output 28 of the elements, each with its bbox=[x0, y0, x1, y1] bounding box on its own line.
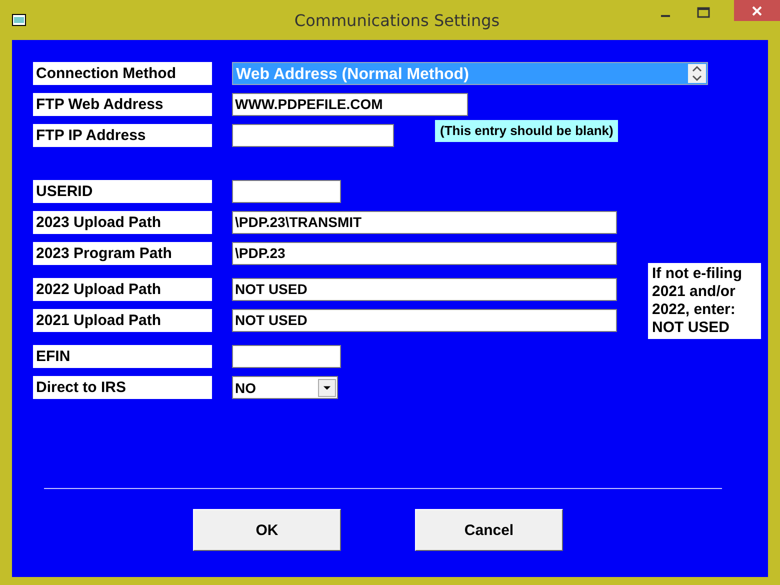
window-icon bbox=[12, 14, 26, 26]
input-field[interactable] bbox=[232, 345, 341, 368]
field-label: 2021 Upload Path bbox=[33, 309, 212, 332]
field-label: 2023 Upload Path bbox=[33, 211, 212, 234]
hint-note: (This entry should be blank) bbox=[435, 120, 618, 142]
dialog-button[interactable]: Cancel bbox=[415, 509, 563, 551]
window-title: Communications Settings bbox=[293, 10, 500, 30]
input-field[interactable] bbox=[232, 124, 394, 147]
input-field[interactable]: NOT USED bbox=[232, 309, 617, 332]
input-field[interactable]: \PDP.23 bbox=[232, 242, 617, 265]
input-field[interactable]: NOT USED bbox=[232, 278, 617, 301]
input-field[interactable]: WWW.PDPEFILE.COM bbox=[232, 93, 468, 116]
close-icon bbox=[752, 6, 762, 16]
field-label: EFIN bbox=[33, 345, 212, 368]
spin-arrows-icon bbox=[688, 64, 706, 83]
dropdown[interactable]: NO bbox=[232, 376, 338, 399]
close-button[interactable] bbox=[734, 0, 780, 21]
field-label: FTP Web Address bbox=[33, 93, 212, 116]
input-field[interactable]: \PDP.23\TRANSMIT bbox=[232, 211, 617, 234]
field-label: 2022 Upload Path bbox=[33, 278, 212, 301]
input-field[interactable] bbox=[232, 180, 341, 203]
field-label: FTP IP Address bbox=[33, 124, 212, 147]
field-label: Direct to IRS bbox=[33, 376, 212, 399]
hint-note: If not e-filing 2021 and/or 2022, enter: NOT USED bbox=[648, 263, 761, 339]
dialog-button[interactable]: OK bbox=[193, 509, 341, 551]
field-label: Connection Method bbox=[33, 62, 212, 85]
field-label: USERID bbox=[33, 180, 212, 203]
field-label: 2023 Program Path bbox=[33, 242, 212, 265]
